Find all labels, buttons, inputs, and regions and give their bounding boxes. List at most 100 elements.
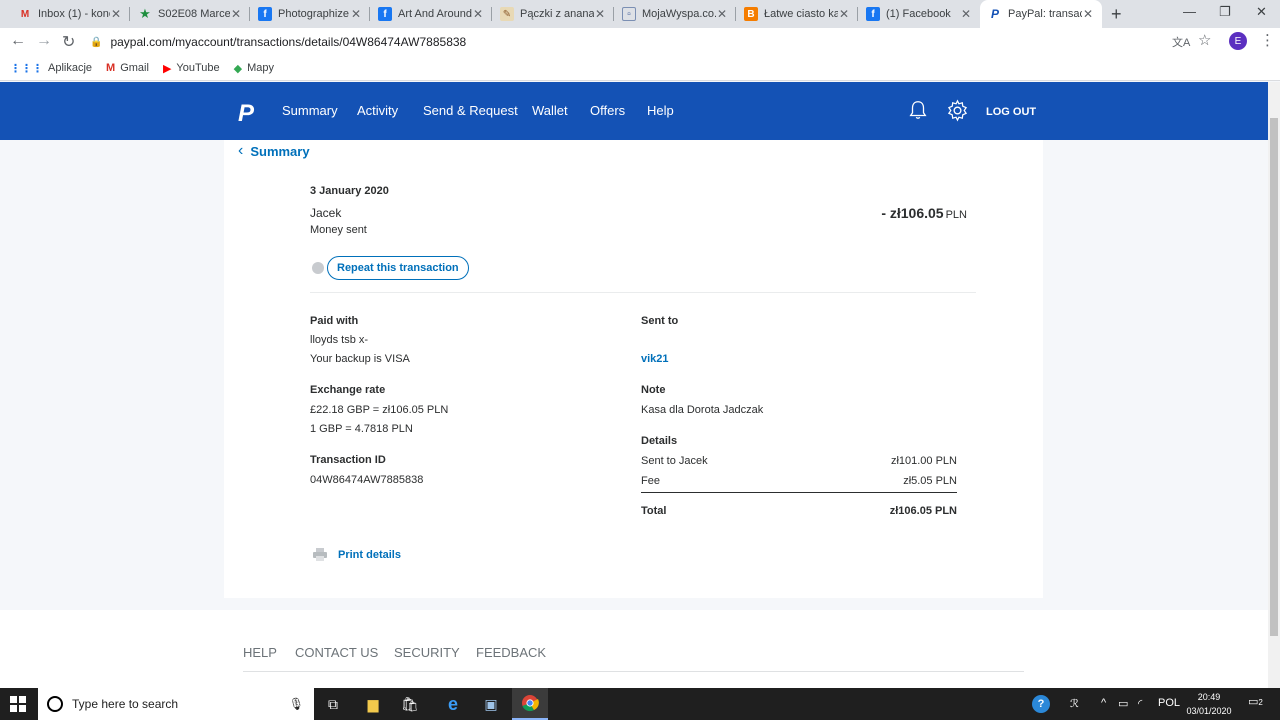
footer-help-link[interactable]: HELP (243, 645, 277, 660)
windows-start-icon[interactable] (0, 688, 36, 720)
taskbar-clock[interactable]: 20:49 03/01/2020 (1180, 690, 1238, 718)
close-icon[interactable]: ✕ (230, 7, 242, 21)
close-icon[interactable]: ✕ (960, 7, 972, 21)
browser-tab[interactable]: ✎ Pączki z ananas ✕ (492, 3, 614, 25)
nav-offers[interactable]: Offers (590, 103, 625, 118)
details-row: Sent to Jacek zł101.00 PLN (641, 455, 957, 467)
minimize-icon[interactable]: — (1183, 4, 1196, 19)
bookmark-apps[interactable]: ⋮⋮⋮ Aplikacje (10, 62, 92, 75)
back-arrow-icon[interactable]: ← (10, 32, 26, 50)
nav-send-request[interactable]: Send & Request (423, 103, 518, 118)
browser-tab[interactable]: f (1) Facebook ✕ (858, 3, 980, 25)
language-indicator[interactable]: POL (1158, 697, 1180, 709)
translate-icon[interactable]: 文A (1172, 34, 1190, 50)
footer-security-link[interactable]: SECURITY (394, 645, 460, 660)
close-icon[interactable]: ✕ (350, 7, 362, 21)
tab-title: (1) Facebook (886, 8, 951, 20)
close-icon[interactable]: ✕ (1082, 7, 1094, 21)
footer-feedback-link[interactable]: FEEDBACK (476, 645, 546, 660)
repeat-transaction-button[interactable]: Repeat this transaction (327, 256, 469, 280)
transaction-id-label: Transaction ID (310, 454, 386, 466)
gear-icon[interactable] (946, 99, 969, 122)
people-icon[interactable]: ℛ (1070, 697, 1079, 710)
forward-arrow-icon[interactable]: → (36, 32, 52, 50)
clock-time: 20:49 (1197, 692, 1221, 702)
browser-tab[interactable]: M Inbox (1) - konef ✕ (10, 3, 130, 25)
task-view-icon[interactable]: ⧉ (315, 688, 351, 720)
gmail-icon: M (20, 8, 30, 20)
close-icon[interactable]: ✕ (716, 7, 728, 21)
close-icon[interactable]: ✕ (594, 7, 606, 21)
browser-tab[interactable]: f Photographize - ✕ (250, 3, 370, 25)
nav-activity[interactable]: Activity (357, 103, 398, 118)
info-icon[interactable] (312, 262, 324, 274)
browser-tab-active[interactable]: P PayPal: transacti ✕ (980, 0, 1102, 28)
sent-to-value[interactable]: vik21 (641, 353, 669, 365)
bookmark-gmail[interactable]: M Gmail (106, 62, 149, 74)
exchange-rate-label: Exchange rate (310, 384, 386, 396)
bookmark-youtube[interactable]: ▶ YouTube (163, 62, 220, 75)
store-icon[interactable]: 🛍 (392, 688, 428, 720)
paypal-icon: P (990, 7, 999, 21)
back-to-summary-link[interactable]: ‹ Summary (238, 142, 310, 160)
recipe-icon: ✎ (500, 7, 514, 21)
details-total-rule (641, 492, 957, 493)
maps-icon: ◆ (233, 62, 243, 75)
details-row: Fee zł5.05 PLN (641, 475, 957, 487)
exchange-rate-value: £22.18 GBP = zł106.05 PLN (310, 404, 449, 416)
profile-avatar[interactable]: E (1229, 32, 1247, 50)
restore-icon[interactable]: ❐ (1219, 4, 1231, 20)
nav-wallet[interactable]: Wallet (532, 103, 568, 118)
transaction-details-card: ‹ Summary 3 January 2020 Jacek Money sen… (224, 140, 1043, 598)
bookmark-maps[interactable]: ◆ Mapy (234, 62, 274, 75)
note-label: Note (641, 384, 666, 396)
notification-center-icon[interactable]: ▭2 (1248, 695, 1263, 708)
sent-to-label: Sent to (641, 315, 679, 327)
paypal-logo[interactable]: P (238, 100, 254, 128)
footer-contact-link[interactable]: CONTACT US (295, 645, 378, 660)
reload-icon[interactable]: ↻ (62, 32, 75, 52)
chrome-icon[interactable] (512, 688, 548, 720)
apps-grid-icon: ⋮⋮⋮ (10, 62, 43, 75)
nav-summary[interactable]: Summary (282, 103, 338, 118)
help-icon[interactable]: ? (1032, 695, 1050, 713)
browser-tab[interactable]: ▫ MojaWyspa.co.u ✕ (614, 3, 736, 25)
details-row-value: zł101.00 PLN (890, 455, 957, 467)
new-tab-button[interactable]: + (1111, 4, 1122, 25)
photos-icon[interactable]: ▣ (473, 688, 509, 720)
close-icon[interactable]: ✕ (472, 7, 484, 21)
window-close-icon[interactable]: ✕ (1256, 4, 1267, 20)
tab-title: MojaWyspa.co.u (642, 8, 716, 20)
transaction-status: Money sent (310, 224, 367, 236)
bell-icon[interactable] (907, 99, 929, 121)
more-menu-icon[interactable]: ⋮ (1260, 31, 1275, 49)
youtube-icon: ▶ (162, 62, 172, 75)
browser-tab[interactable]: B Łatwe ciasto kak ✕ (736, 3, 858, 25)
close-icon[interactable]: ✕ (838, 7, 850, 21)
logout-button[interactable]: LOG OUT (986, 106, 1036, 118)
amount-currency: PLN (945, 209, 967, 221)
taskbar-search-input[interactable]: Type here to search 🎙 (38, 688, 314, 720)
print-details-link[interactable]: Print details (338, 549, 401, 561)
search-icon (47, 696, 63, 712)
close-icon[interactable]: ✕ (110, 7, 122, 21)
bookmark-label: Gmail (120, 62, 149, 74)
file-explorer-icon[interactable]: ▆ (355, 688, 391, 720)
back-link-label: Summary (250, 143, 310, 159)
browser-tab[interactable]: f Art And Around ✕ (370, 3, 492, 25)
scrollbar-thumb[interactable] (1270, 118, 1278, 636)
address-bar[interactable]: 🔒 paypal.com/myaccount/transactions/deta… (90, 30, 1220, 54)
bookmark-star-icon[interactable]: ☆ (1198, 31, 1211, 49)
edge-icon[interactable]: e (435, 688, 471, 720)
total-value: zł106.05 PLN (889, 505, 957, 517)
nav-help[interactable]: Help (647, 103, 674, 118)
printer-icon[interactable] (313, 548, 327, 561)
microphone-icon[interactable]: 🎙 (289, 697, 304, 711)
wifi-icon[interactable]: ◜ (1138, 697, 1142, 710)
battery-icon[interactable]: ▭ (1118, 697, 1128, 710)
url-text: paypal.com/myaccount/transactions/detail… (110, 35, 467, 49)
browser-tab[interactable]: ★ S02E08 Marcelle ✕ (130, 3, 250, 25)
bookmarks-bar: ⋮⋮⋮ Aplikacje M Gmail ▶ YouTube ◆ Mapy (0, 56, 1280, 81)
chevron-up-icon[interactable]: ^ (1101, 697, 1106, 709)
details-row-value: zł5.05 PLN (903, 475, 957, 487)
